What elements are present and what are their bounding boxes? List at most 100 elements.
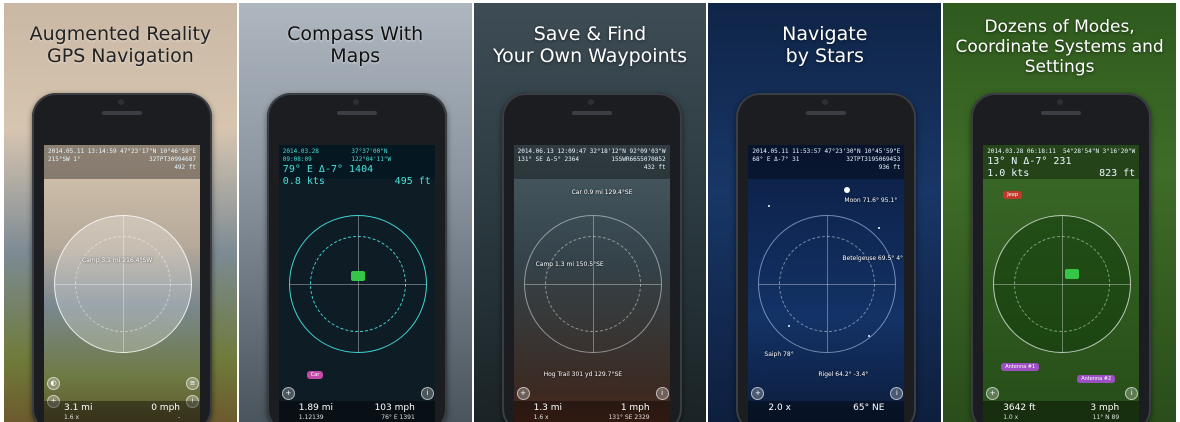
speaker-grille <box>806 111 847 115</box>
menu-icon[interactable]: ≡ <box>186 377 199 390</box>
info-icon[interactable]: i <box>655 387 669 400</box>
star-label[interactable]: Rigel 64.2° -3.4° <box>818 371 868 378</box>
info-icon[interactable]: i <box>890 387 904 400</box>
crosshair-vertical <box>827 216 829 352</box>
hud-grid: 32TPT30994687 <box>149 156 196 163</box>
headline-line-3: Settings <box>1024 57 1095 77</box>
phone-screen: 2014.03.28 06:18:11 54°28'54"N 3°16'20"W… <box>983 145 1140 422</box>
headline-line-2: Maps <box>330 45 381 67</box>
camera-icon <box>587 99 594 105</box>
camera-icon <box>1057 99 1064 105</box>
phone-frame: 2014.06.13 12:09:47 32°18'12"N 92°09'03"… <box>501 93 682 422</box>
crosshair-vertical <box>123 216 124 352</box>
hud-coords: 54°28'54"N 3°16'20"W <box>1062 148 1136 155</box>
headline-line-2: GPS Navigation <box>47 45 194 67</box>
waypoint-label[interactable]: Camp 1.3 mi 150.5°SE <box>536 261 604 268</box>
waypoint-label[interactable]: Hog Trail 301 yd 129.7°SE <box>544 371 622 378</box>
distance-value: 3642 ft <box>1003 403 1036 413</box>
speed-value: 1 mph <box>620 403 650 413</box>
antenna-2-tag[interactable]: Antenna #2 <box>1077 375 1116 383</box>
hud-bar: 2014.03.28 09:08:09 37°37'00"N 122°04'11… <box>278 145 435 187</box>
zoom-in-icon[interactable]: + <box>986 387 1000 400</box>
compass-dial[interactable] <box>54 215 192 353</box>
panel-augmented-reality: Augmented Reality GPS Navigation 2014.05… <box>4 3 237 422</box>
headline-line-2: Your Own Waypoints <box>492 45 687 67</box>
hud-date: 2014.03.28 09:08:09 <box>282 148 319 163</box>
hud-coords: 47°23'17"N 10°46'59"E <box>120 148 196 155</box>
hud-speed: 1.0 kts <box>987 168 1030 179</box>
hud-heading: 215°SW 1° <box>48 156 81 163</box>
compass-dial[interactable] <box>758 215 897 353</box>
distance-value: 1.89 mi <box>298 403 333 413</box>
speed-value: 3 mph <box>1090 403 1120 413</box>
car-tag[interactable]: Car <box>306 371 324 379</box>
hud-altitude: 823 ft <box>1099 168 1136 179</box>
panel-compass-maps: Compass With Maps 2014.03.28 09:08:09 37… <box>238 3 472 422</box>
panel-headline: Augmented Reality GPS Navigation <box>4 23 237 67</box>
headline-line-2: Coordinate Systems and <box>955 37 1164 57</box>
hud-grid: 15SWR6655070852 <box>611 156 666 163</box>
headline-line-1: Augmented Reality <box>29 23 212 45</box>
hud-bar: 2014.03.28 06:18:11 54°28'54"N 3°16'20"W… <box>983 145 1140 179</box>
waypoint-label[interactable]: Car 0.9 mi 129.4°SE <box>572 189 633 196</box>
bearing-value: 131° SE 2329 <box>608 414 650 421</box>
promo-strip: Augmented Reality GPS Navigation 2014.05… <box>0 0 1180 422</box>
compass-dial[interactable] <box>288 215 427 353</box>
waypoint-label[interactable]: Camp 3.1 mi 216.4°SW <box>82 257 152 264</box>
headline-line-1: Dozens of Modes, <box>984 17 1135 37</box>
headline-line-2: by Stars <box>785 45 864 67</box>
info-icon[interactable]: i <box>1125 387 1139 400</box>
panel-stars: Navigate by Stars 2014.05.11 11:53:57 47… <box>708 3 942 422</box>
panel-headline: Compass With Maps <box>239 23 472 67</box>
hud-heading: 13° N Δ-7° 231 <box>987 156 1072 167</box>
panel-headline: Dozens of Modes, Coordinate Systems and … <box>943 17 1176 77</box>
compass-dial[interactable] <box>993 215 1132 353</box>
panel-headline: Save & Find Your Own Waypoints <box>474 23 707 67</box>
star-label[interactable]: Moon 71.6° 95.1° <box>844 197 897 204</box>
location-marker-icon[interactable] <box>350 271 365 281</box>
zoom-in-icon[interactable]: + <box>281 387 295 400</box>
phone-screen: 2014.03.28 09:08:09 37°37'00"N 122°04'11… <box>278 145 435 422</box>
hud-bar: 2014.05.11 13:14:59 47°23'17"N 10°46'59"… <box>44 145 200 179</box>
hud-heading: 68° E Δ-7° 31 <box>752 156 800 163</box>
hud-altitude: 495 ft <box>394 176 431 187</box>
star-label[interactable]: Betelgeuse 69.5° 4° <box>842 255 903 262</box>
panel-waypoints: Save & Find Your Own Waypoints 2014.06.1… <box>473 3 707 422</box>
zoom-in-icon[interactable]: + <box>751 387 765 400</box>
crosshair-vertical <box>1062 216 1064 352</box>
star-label[interactable]: Saiph 78° <box>764 351 793 358</box>
hud-coords: 32°18'12"N 92°09'03"W <box>589 148 666 155</box>
headline-line-1: Save & Find <box>533 23 647 45</box>
status-footer: 1.89 mi 103 mph 1.12139 76° E 1391 <box>278 401 435 422</box>
bearing-value: 76° E 1391 <box>381 414 415 421</box>
compass-dial[interactable] <box>523 215 662 353</box>
headline-line-1: Navigate <box>782 23 868 45</box>
status-footer: 3.1 mi 0 mph 1.6 x - <box>44 401 200 422</box>
zoom-in-icon[interactable]: + <box>516 387 530 400</box>
distance-value: 1.3 mi <box>533 403 563 413</box>
hud-altitude: 492 ft <box>174 164 196 171</box>
location-marker-icon[interactable] <box>1065 269 1080 279</box>
crosshair-vertical <box>357 216 359 352</box>
camera-icon <box>352 99 359 105</box>
zoom-value: 1.6 x <box>533 414 549 421</box>
phone-screen: 2014.05.11 11:53:57 47°23'30"N 10°45'59"… <box>748 145 905 422</box>
hud-speed: 0.8 kts <box>282 176 325 187</box>
antenna-1-tag[interactable]: Antenna #1 <box>1001 363 1040 371</box>
camera-toggle-icon[interactable]: ◐ <box>47 377 60 390</box>
speaker-grille <box>102 111 142 115</box>
status-footer: 1.3 mi 1 mph 1.6 x 131° SE 2329 <box>513 401 670 422</box>
zoom-value: 2.0 x <box>768 403 791 413</box>
hud-date: 2014.03.28 06:18:11 <box>987 148 1056 155</box>
jeep-tag[interactable]: Jeep <box>1003 191 1022 199</box>
hud-heading: 131° SE Δ-5° 2364 <box>517 156 580 163</box>
star-icon <box>768 205 771 207</box>
speed-value: 103 mph <box>374 403 415 413</box>
moon-icon <box>844 187 851 193</box>
camera-icon <box>822 99 829 105</box>
phone-screen: 2014.05.11 13:14:59 47°23'17"N 10°46'59"… <box>44 145 200 422</box>
hud-bar: 2014.06.13 12:09:47 32°18'12"N 92°09'03"… <box>513 145 670 179</box>
hud-altitude: 936 ft <box>878 164 901 171</box>
info-icon[interactable]: i <box>420 387 434 400</box>
headline-line-1: Compass With <box>287 23 424 45</box>
